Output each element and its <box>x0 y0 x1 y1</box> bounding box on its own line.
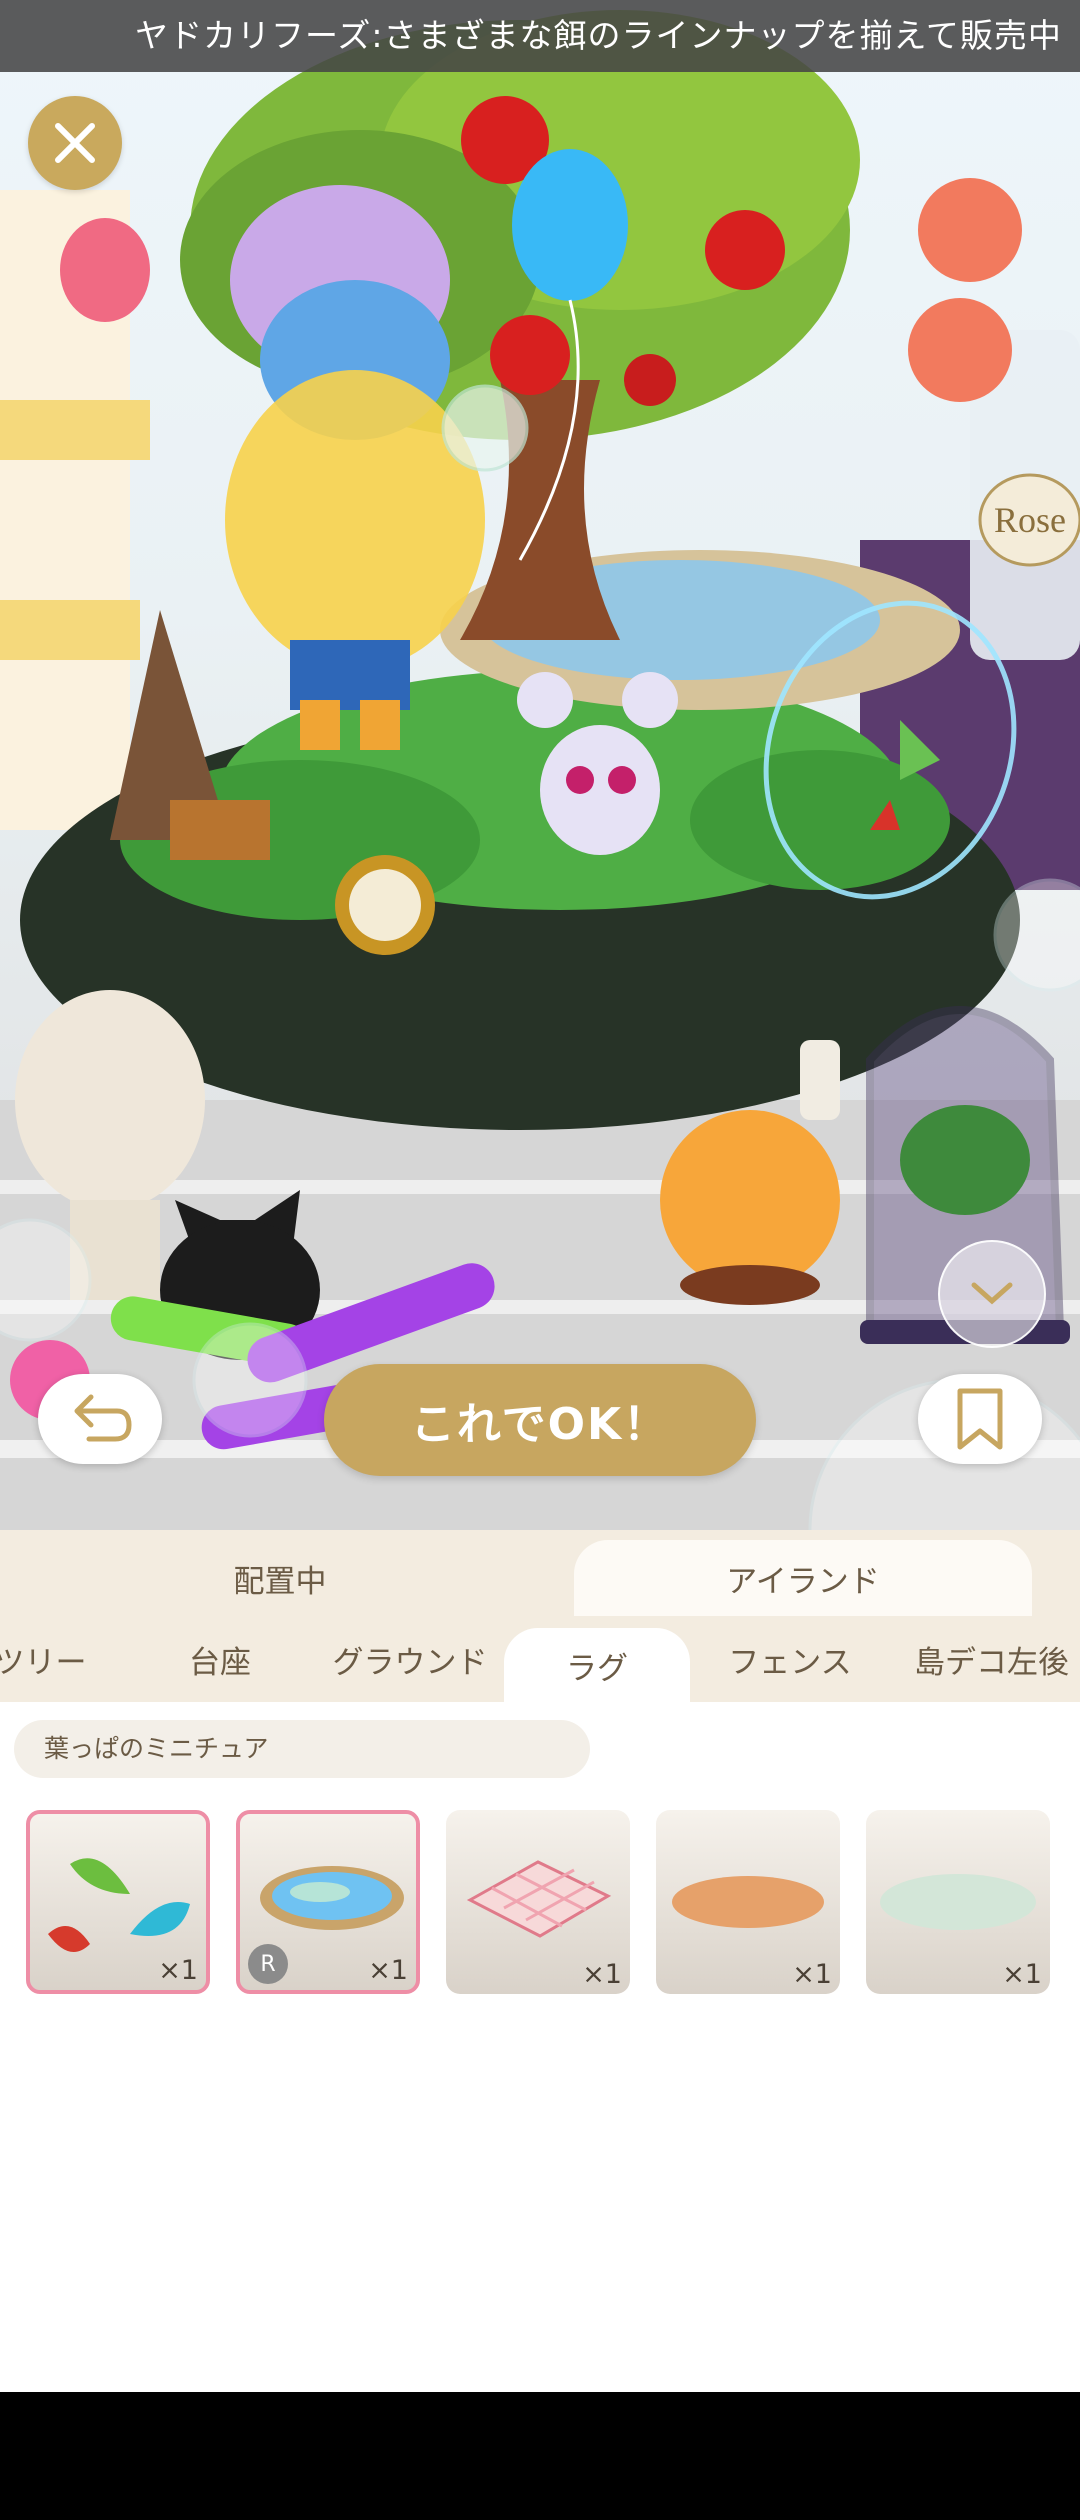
rose-jar-label: Rose <box>994 500 1066 540</box>
close-button[interactable] <box>28 96 122 190</box>
category-tab-bar[interactable]: ツリー 台座 グラウンド ラグ フェンス 島デコ左後 <box>0 1616 1080 1702</box>
item-slot-mint-puddle-rug[interactable]: ×1 <box>866 1810 1050 1994</box>
bookmark-icon <box>957 1388 1003 1450</box>
island-scene[interactable]: Rose ヤドカリフーズ:さまざまな餌のラインナップを揃えて販売中 これでOK！ <box>0 0 1080 1530</box>
item-count: ×1 <box>158 1955 198 1986</box>
item-count: ×1 <box>1002 1959 1042 1990</box>
tab-ground[interactable]: グラウンド <box>310 1616 510 1702</box>
chevron-down-icon <box>971 1282 1013 1305</box>
island-illustration: Rose <box>0 10 1080 1530</box>
strawberry-decor <box>60 218 150 322</box>
item-count: ×1 <box>792 1959 832 1990</box>
undo-button[interactable] <box>38 1374 162 1464</box>
item-count: ×1 <box>582 1959 622 1990</box>
system-navigation-bar <box>0 2392 1080 2520</box>
ticker-message: ヤドカリフーズ:さまざまな餌のラインナップを揃えて販売中 <box>135 16 1062 55</box>
undo-icon <box>74 1394 132 1442</box>
rarity-badge: R <box>248 1944 288 1984</box>
tab-rug[interactable]: ラグ <box>504 1628 690 1702</box>
item-slot-checkered-picnic-rug[interactable]: ×1 <box>446 1810 630 1994</box>
confirm-ok-button[interactable]: これでOK！ <box>324 1364 756 1476</box>
item-slot-orange-oval-rug[interactable]: ×1 <box>656 1810 840 1994</box>
tab-placed[interactable]: 配置中 <box>60 1540 500 1616</box>
tab-pedestal[interactable]: 台座 <box>150 1616 290 1702</box>
item-count: ×1 <box>368 1955 408 1986</box>
news-ticker: ヤドカリフーズ:さまざまな餌のラインナップを揃えて販売中 <box>0 0 1080 72</box>
item-panel: 配置中 アイランド ツリー 台座 グラウンド ラグ フェンス 島デコ左後 葉っぱ… <box>0 1530 1080 2392</box>
item-slot-rainbow-puddle-rug[interactable]: R ×1 <box>236 1810 420 1994</box>
item-slot-leaf-miniature[interactable]: ×1 <box>26 1810 210 1994</box>
bookmark-button[interactable] <box>918 1374 1042 1464</box>
tab-island-decor-left-back[interactable]: 島デコ左後 <box>900 1616 1080 1702</box>
collapse-button[interactable] <box>938 1240 1046 1348</box>
close-icon <box>55 123 95 163</box>
tab-tree[interactable]: ツリー <box>0 1616 110 1702</box>
main-tab-bar: 配置中 アイランド <box>0 1530 1080 1616</box>
selected-item-name: 葉っぱのミニチュア <box>14 1720 590 1778</box>
tab-island[interactable]: アイランド <box>574 1540 1032 1616</box>
tab-fence[interactable]: フェンス <box>700 1616 880 1702</box>
